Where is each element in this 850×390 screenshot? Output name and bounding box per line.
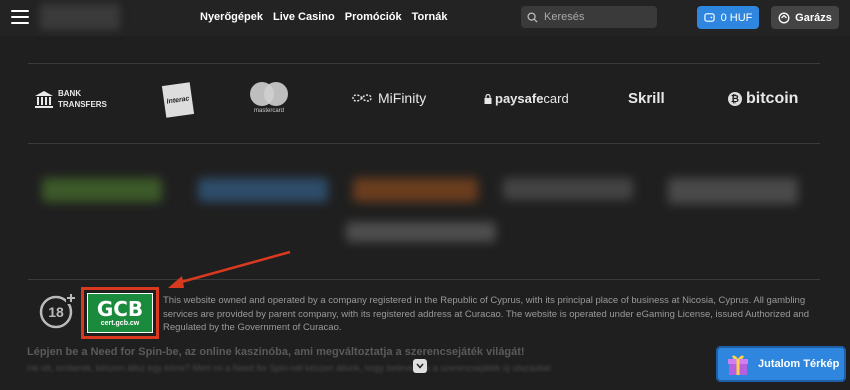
mastercard-label: mastercard [253,108,284,114]
divider [28,279,820,280]
nav-slots[interactable]: Nyerőgépek [200,11,263,23]
search-icon [527,11,538,23]
partner-logo [42,178,162,202]
divider [28,143,820,144]
reward-map-button[interactable]: Jutalom Térkép [716,346,846,382]
paysafe-thin: card [543,91,569,106]
bitcoin-label: bitcoin [746,90,799,107]
wallet-button[interactable]: 0 HUF [697,6,759,29]
paysafecard-logo: paysafe card [484,91,569,106]
intro-text: Hé ott, emberek, készen állsz egy körre?… [27,363,552,373]
mastercard-logo: mastercard [250,82,288,114]
gcb-title: GCB [96,297,144,321]
search-input[interactable] [544,11,644,23]
nav-tournaments[interactable]: Tornák [412,11,448,23]
site-logo[interactable] [40,4,120,30]
bank-line-2: TRANSFERS [58,100,107,109]
mifinity-logo: MiFinity [350,90,426,106]
skrill-label: Skrill [628,90,665,107]
gcb-url: cert.gcb.cw [100,320,140,327]
age-label: 18 [48,304,64,320]
bank-line-1: BANK [58,89,82,98]
wallet-balance: 0 HUF [720,11,753,24]
wallet-icon [703,13,715,22]
bitcoin-icon: ₿ [728,92,742,106]
garage-button[interactable]: Garázs [771,6,839,29]
lock-icon [484,93,492,104]
licence-text: This website owned and operated by a com… [163,295,810,333]
interac-logo: Interac [161,82,195,118]
bank-icon [35,91,53,108]
partner-logo [346,222,496,242]
search-box[interactable] [521,6,657,28]
skrill-logo: Skrill [628,90,665,107]
arrow-annotation [168,250,291,288]
gift-icon [728,355,748,375]
bitcoin-logo: ₿ bitcoin [728,90,798,108]
partner-logo [503,178,633,200]
main-nav: Nyerőgépek Live Casino Promóciók Tornák [200,11,447,23]
age-18-icon: 18 [39,292,76,329]
partner-logo [198,178,328,202]
reward-label: Jutalom Térkép [758,358,840,370]
menu-icon[interactable] [11,10,29,24]
intro-heading: Lépjen be a Need for Spin-be, az online … [27,346,525,358]
top-bar: Nyerőgépek Live Casino Promóciók Tornák … [0,0,850,36]
garage-icon [778,12,790,23]
interac-label: Interac [161,82,195,118]
partner-logos-blurred [28,160,820,260]
nav-live-casino[interactable]: Live Casino [273,11,335,23]
infinity-icon [352,94,372,102]
garage-label: Garázs [795,11,832,24]
bank-transfer-logo: BANK TRANSFERS [34,88,107,110]
partner-logo [668,178,798,204]
partner-logo [353,178,478,202]
expand-chevron-icon[interactable] [413,359,427,373]
divider [28,63,820,64]
mifinity-label: MiFinity [378,90,427,106]
gcb-licence-seal[interactable]: GCB cert.gcb.cw [87,293,153,333]
nav-promotions[interactable]: Promóciók [345,11,402,23]
gcb-highlight-frame: GCB cert.gcb.cw [81,287,159,339]
paysafe-bold: paysafe [495,91,544,106]
payment-methods: BANK TRANSFERS Interac mastercard MiFinit… [28,80,820,120]
